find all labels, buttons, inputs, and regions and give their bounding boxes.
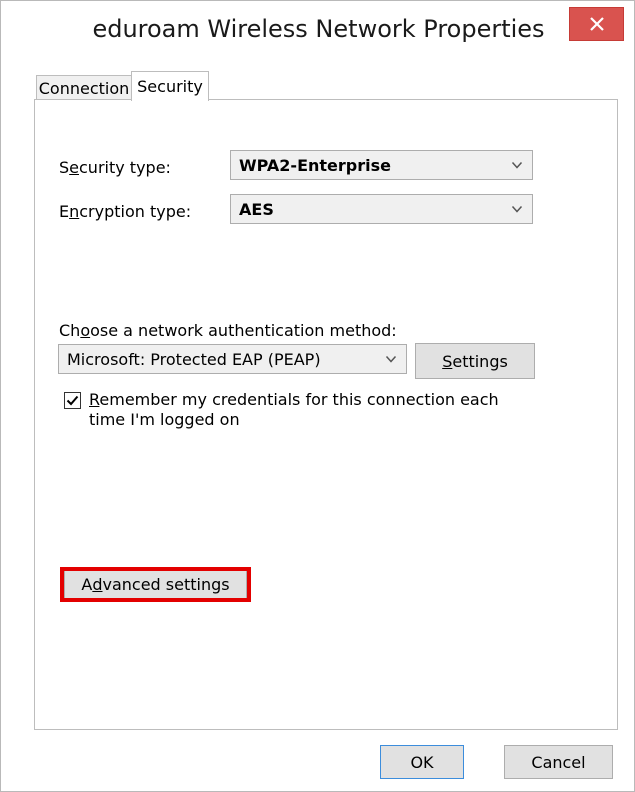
remember-credentials-label[interactable]: Remember my credentials for this connect… (89, 390, 509, 430)
tab-connection[interactable]: Connection (36, 75, 132, 100)
properties-window: eduroam Wireless Network Properties Conn… (0, 0, 635, 792)
ok-button[interactable]: OK (380, 745, 464, 779)
chevron-down-icon (385, 355, 397, 363)
auth-method-value: Microsoft: Protected EAP (PEAP) (67, 349, 321, 369)
encryption-type-label: Encryption type: (59, 202, 192, 221)
chevron-down-icon (511, 205, 523, 213)
checkmark-icon (66, 395, 79, 406)
security-type-label: Security type: (59, 158, 171, 177)
auth-settings-button[interactable]: Settings (415, 343, 535, 379)
security-type-select[interactable]: WPA2-Enterprise (230, 150, 533, 180)
auth-method-select[interactable]: Microsoft: Protected EAP (PEAP) (58, 344, 407, 374)
encryption-type-value: AES (239, 199, 274, 219)
remember-credentials-checkbox[interactable] (64, 392, 81, 409)
close-icon (589, 17, 604, 31)
highlight-box (60, 567, 251, 602)
security-type-value: WPA2-Enterprise (239, 155, 391, 175)
cancel-button[interactable]: Cancel (504, 745, 613, 779)
close-button[interactable] (569, 7, 624, 41)
chevron-down-icon (511, 161, 523, 169)
window-title: eduroam Wireless Network Properties (92, 15, 545, 43)
encryption-type-select[interactable]: AES (230, 194, 533, 224)
auth-method-label: Choose a network authentication method: (59, 321, 397, 340)
tab-security[interactable]: Security (131, 71, 209, 101)
